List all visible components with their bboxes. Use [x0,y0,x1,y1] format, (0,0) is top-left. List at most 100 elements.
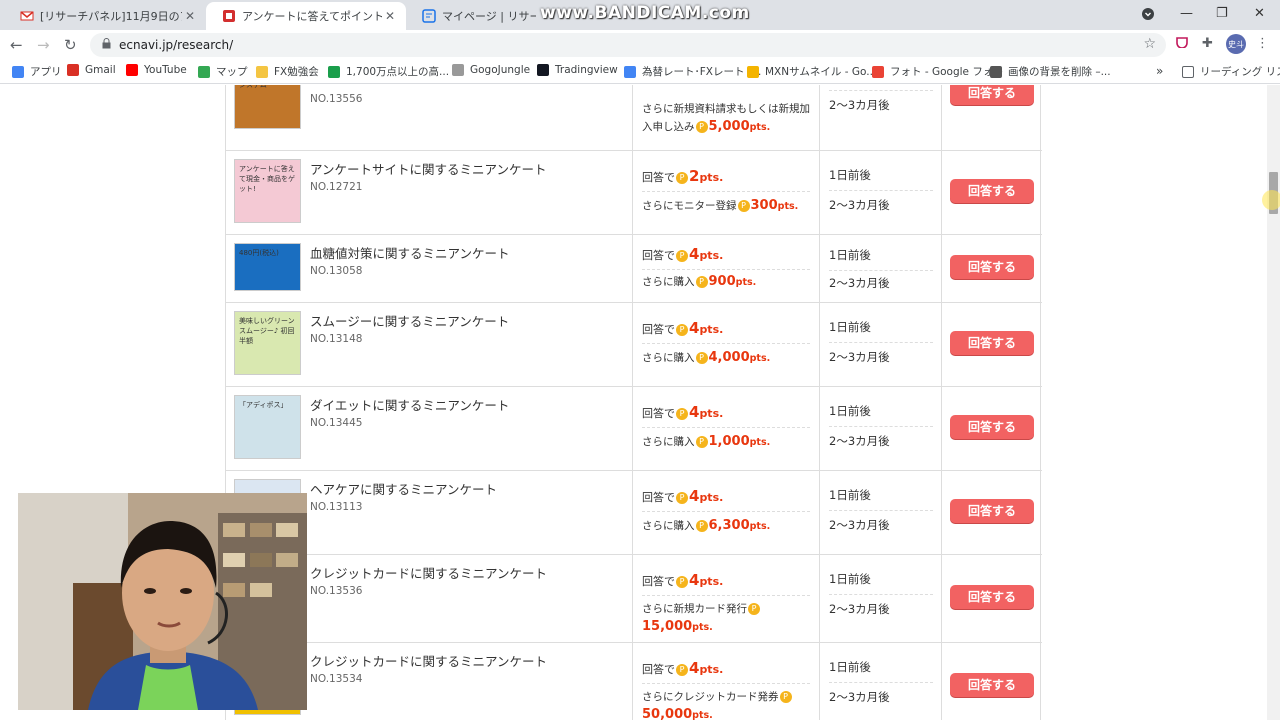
maximize-icon[interactable]: ❐ [1216,6,1228,21]
points-cell: 回答で P 4pts. さらに購入 P 6,300pts. [632,471,819,554]
tab-ecnavi[interactable]: アンケートに答えてポイントが貯まる | ✕ [206,2,406,30]
reload-icon[interactable]: ↻ [64,36,77,54]
close-window-icon[interactable]: ✕ [1254,6,1265,21]
point-coin-icon: P [676,172,688,184]
bookmark-label: 画像の背景を削除 –... [1008,66,1111,78]
answer-button[interactable]: 回答する [950,415,1034,439]
pts-unit: pts. [692,710,713,720]
point-coin-icon: P [737,200,750,212]
extension-icon[interactable] [1176,36,1188,52]
survey-thumbnail[interactable]: 480円(税込) [234,243,301,291]
reading-list-label: リーディング リスト [1200,66,1280,78]
address-bar[interactable]: ecnavi.jp/research/ ☆ [90,33,1166,57]
answer-button[interactable]: 回答する [950,499,1034,523]
extra-points-line: さらに購入 P 6,300pts. [642,517,812,535]
bookmark-item[interactable]: アプリ [12,64,62,79]
pts-unit: pts. [749,122,771,133]
avatar[interactable]: 史斗 [1226,34,1246,54]
ecnavi-icon [222,9,236,23]
bookmark-label: YouTube [144,64,187,76]
bookmark-item[interactable]: FX勉強会 [256,64,319,79]
bookmark-item[interactable]: フォト - Google フォト [872,64,1004,79]
maps-icon [198,65,210,78]
thumbnail-text: アンケートに答えて現金・商品をゲット! [239,165,295,193]
bookmark-item[interactable]: 画像の背景を削除 –... [990,64,1111,79]
survey-title[interactable]: アンケートサイトに関するミニアンケート [310,159,547,178]
browser-toolbar: ← → ↻ ecnavi.jp/research/ ☆ [0,30,1280,60]
bookmark-item[interactable]: Tradingview [537,64,618,76]
table-row: アンケートに答えて現金・商品をゲット! アンケートサイトに関するミニアンケート NO… [226,151,1042,235]
bookmark-label: FX勉強会 [274,66,319,78]
answer-button[interactable]: 回答する [950,673,1034,697]
survey-title[interactable]: ヘアケアに関するミニアンケート [310,479,497,498]
answer-points: 4 [689,319,700,337]
answer-points: 4 [689,245,700,263]
lock-icon [102,38,111,52]
action-cell: 回答する [941,151,1042,234]
bookmark-item[interactable]: GogoJungle [452,64,530,76]
survey-number: NO.13113 [310,501,363,513]
webcam-overlay [18,493,307,710]
extra-points: 300 [750,198,778,213]
answer-button[interactable]: 回答する [950,585,1034,609]
bookmark-item[interactable]: マップ [198,64,248,79]
points-cell: 回答で P 4pts. さらにクレジットカード発券 P 50,000pts. [632,643,819,720]
extra-points: 6,300 [708,518,750,533]
pts-unit: pts. [699,491,724,504]
survey-title[interactable]: クレジットカードに関するミニアンケート [310,651,547,670]
extra-condition: さらに新規カード発行 [642,603,747,615]
survey-thumbnail[interactable]: 生協の宅配 パルシステム [234,85,301,129]
answer-points-line: 回答で P 4pts. [642,319,810,344]
bookmark-item[interactable]: 為替レート･FXレート |... [624,64,761,79]
table-row: 480円(税込) 血糖値対策に関するミニアンケート NO.13058 回答で P 4pts… [226,235,1042,303]
pts-unit: pts. [699,407,724,420]
table-row: 美味しいグリーンスムージー♪ 初回半額 スムージーに関するミニアンケート NO.13… [226,303,1042,387]
reading-list-button[interactable]: リーディング リスト [1182,64,1280,79]
survey-thumbnail[interactable]: 「アディポス」 [234,395,301,459]
survey-thumbnail[interactable]: アンケートに答えて現金・商品をゲット! [234,159,301,223]
tab-researchpanel[interactable]: マイページ | リサーチパネル [406,2,536,30]
close-icon[interactable]: ✕ [382,9,398,23]
bookmarks-more-icon[interactable]: » [1156,64,1163,78]
extra-condition: さらに購入 [642,276,695,288]
cursor-highlight [1262,190,1280,210]
bookmark-item[interactable]: 1,700万点以上の高... [328,64,449,79]
bookmark-item[interactable]: MXNサムネイル - Go... [747,64,876,79]
menu-dots-icon[interactable]: ⋮ [1256,36,1269,51]
point-coin-icon: P [676,324,688,336]
back-icon[interactable]: ← [10,36,23,54]
survey-title[interactable]: 血糖値対策に関するミニアンケート [310,243,510,262]
bookmark-label: マップ [216,66,248,78]
pts-unit: pts. [699,575,724,588]
close-icon[interactable]: ✕ [182,9,198,23]
action-cell: 回答する [941,235,1042,302]
extra-points-line: さらにクレジットカード発券 P 50,000pts. [642,689,812,720]
answer-button[interactable]: 回答する [950,85,1034,105]
deadline-text: 1日前後 [829,319,933,343]
puzzle-extensions-icon[interactable]: ✚ [1202,36,1213,51]
scrollbar[interactable] [1267,85,1280,720]
answer-button[interactable]: 回答する [950,331,1034,355]
deadline-text: 1日前後 [829,167,933,191]
survey-title[interactable]: ダイエットに関するミニアンケート [310,395,509,414]
answer-button[interactable]: 回答する [950,179,1034,203]
bookmark-star-icon[interactable]: ☆ [1143,36,1156,52]
timing-cell: 1日前後 2～3カ月後 [819,643,941,720]
minimize-icon[interactable]: — [1180,6,1193,21]
answer-points: 4 [689,403,700,421]
survey-table: 生協の宅配 パルシステム NO.13556 さらに新規資料請求もしくは新規加入申し込… [225,85,1042,720]
answer-points-line: 回答で P 2pts. [642,167,810,192]
survey-thumbnail[interactable]: 美味しいグリーンスムージー♪ 初回半額 [234,311,301,375]
answer-button[interactable]: 回答する [950,255,1034,279]
bookmark-item[interactable]: Gmail [67,64,116,76]
extra-points-line: さらに購入 P 1,000pts. [642,433,812,451]
extra-points-line: さらに新規資料請求もしくは新規加入申し込み P 5,000pts. [642,101,812,136]
bookmark-item[interactable]: YouTube [126,64,187,76]
researchpanel-icon [422,9,436,23]
tab-gmail[interactable]: [リサーチパネル]11月9日のアンケート ✕ [4,2,206,30]
extra-condition: さらに購入 [642,520,695,532]
forward-icon[interactable]: → [37,36,50,54]
survey-title[interactable]: クレジットカードに関するミニアンケート [310,563,547,582]
survey-title[interactable]: スムージーに関するミニアンケート [310,311,509,330]
tab-search-icon[interactable] [1142,8,1154,24]
